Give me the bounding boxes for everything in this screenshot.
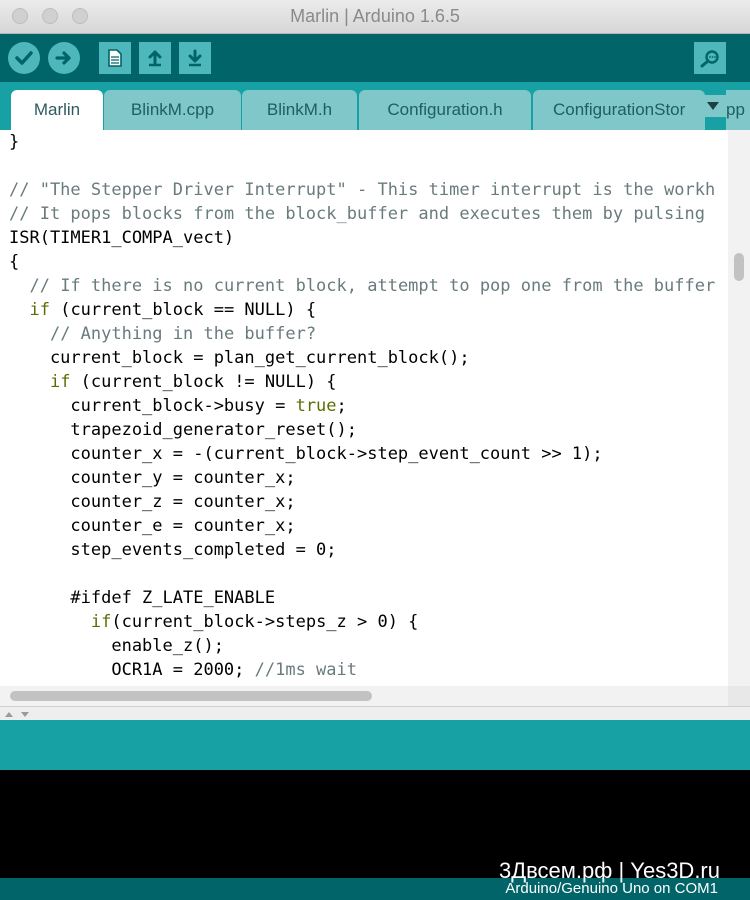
code-line: current_block = plan_get_current_block()… [9, 348, 470, 368]
arrow-right-icon [55, 51, 71, 65]
vertical-scrollbar-thumb[interactable] [734, 253, 744, 281]
pane-divider[interactable] [0, 706, 750, 721]
code-line: } [9, 132, 20, 152]
tab-marlin[interactable]: Marlin [11, 90, 103, 130]
code-text: } // "The Stepper Driver Interrupt" - Th… [9, 130, 715, 682]
status-area [0, 720, 750, 770]
code-line: counter_e = counter_x; [9, 516, 296, 536]
code-editor[interactable]: } // "The Stepper Driver Interrupt" - Th… [0, 130, 728, 686]
new-sketch-button[interactable] [99, 42, 131, 74]
tab-configurationstore[interactable]: ConfigurationStor [533, 90, 705, 130]
code-line: // It pops blocks from the block_buffer … [9, 204, 705, 224]
code-line: // "The Stepper Driver Interrupt" - This… [9, 180, 716, 200]
code-line: // If there is no current block, attempt… [29, 276, 716, 296]
new-file-icon [108, 49, 122, 67]
arrow-down-icon [188, 49, 202, 67]
checkmark-icon [15, 51, 33, 65]
verify-button[interactable] [8, 42, 40, 74]
chevron-down-icon [707, 102, 719, 110]
tab-blinkm-h[interactable]: BlinkM.h [242, 90, 357, 130]
code-line: trapezoid_generator_reset(); [9, 420, 357, 440]
upload-button[interactable] [48, 42, 80, 74]
code-line: current_block->busy = true; [9, 396, 347, 416]
code-line: if (current_block == NULL) { [29, 300, 317, 320]
tab-configuration-h[interactable]: Configuration.h [359, 90, 531, 130]
code-line: counter_y = counter_x; [9, 468, 296, 488]
magnifier-icon [700, 50, 719, 68]
code-line: // Anything in the buffer? [49, 324, 317, 344]
code-line: enable_z(); [9, 636, 224, 656]
code-line: step_events_completed = 0; [9, 540, 337, 560]
code-line: #ifdef Z_LATE_ENABLE [9, 588, 276, 608]
tabs-bar: Marlin BlinkM.cpp BlinkM.h Configuration… [0, 82, 750, 130]
arrow-up-icon [148, 50, 162, 67]
code-line: { [9, 252, 20, 272]
save-sketch-button[interactable] [179, 42, 211, 74]
toolbar [0, 34, 750, 82]
code-line: counter_z = counter_x; [9, 492, 296, 512]
code-line: ISR(TIMER1_COMPA_vect) [9, 228, 235, 248]
tab-menu-button[interactable] [700, 95, 726, 117]
horizontal-scrollbar-thumb[interactable] [10, 691, 372, 701]
open-sketch-button[interactable] [139, 42, 171, 74]
code-line: counter_x = -(current_block->step_event_… [9, 444, 603, 464]
vertical-scrollbar-track[interactable] [728, 130, 750, 686]
watermark-text: 3Двсем.рф | Yes3D.ru [498, 858, 720, 883]
tab-overflow-partial[interactable]: pp [726, 90, 750, 130]
serial-monitor-button[interactable] [694, 42, 726, 74]
title-bar: Marlin | Arduino 1.6.5 [0, 0, 750, 34]
tab-blinkm-cpp[interactable]: BlinkM.cpp [104, 90, 241, 130]
code-line: OCR1A = 2000; //1ms wait [9, 660, 357, 680]
code-line: if (current_block != NULL) { [49, 372, 337, 392]
window-title: Marlin | Arduino 1.6.5 [290, 6, 460, 26]
code-line: if(current_block->steps_z > 0) { [90, 612, 419, 632]
collapse-arrows-icon[interactable] [3, 709, 37, 719]
